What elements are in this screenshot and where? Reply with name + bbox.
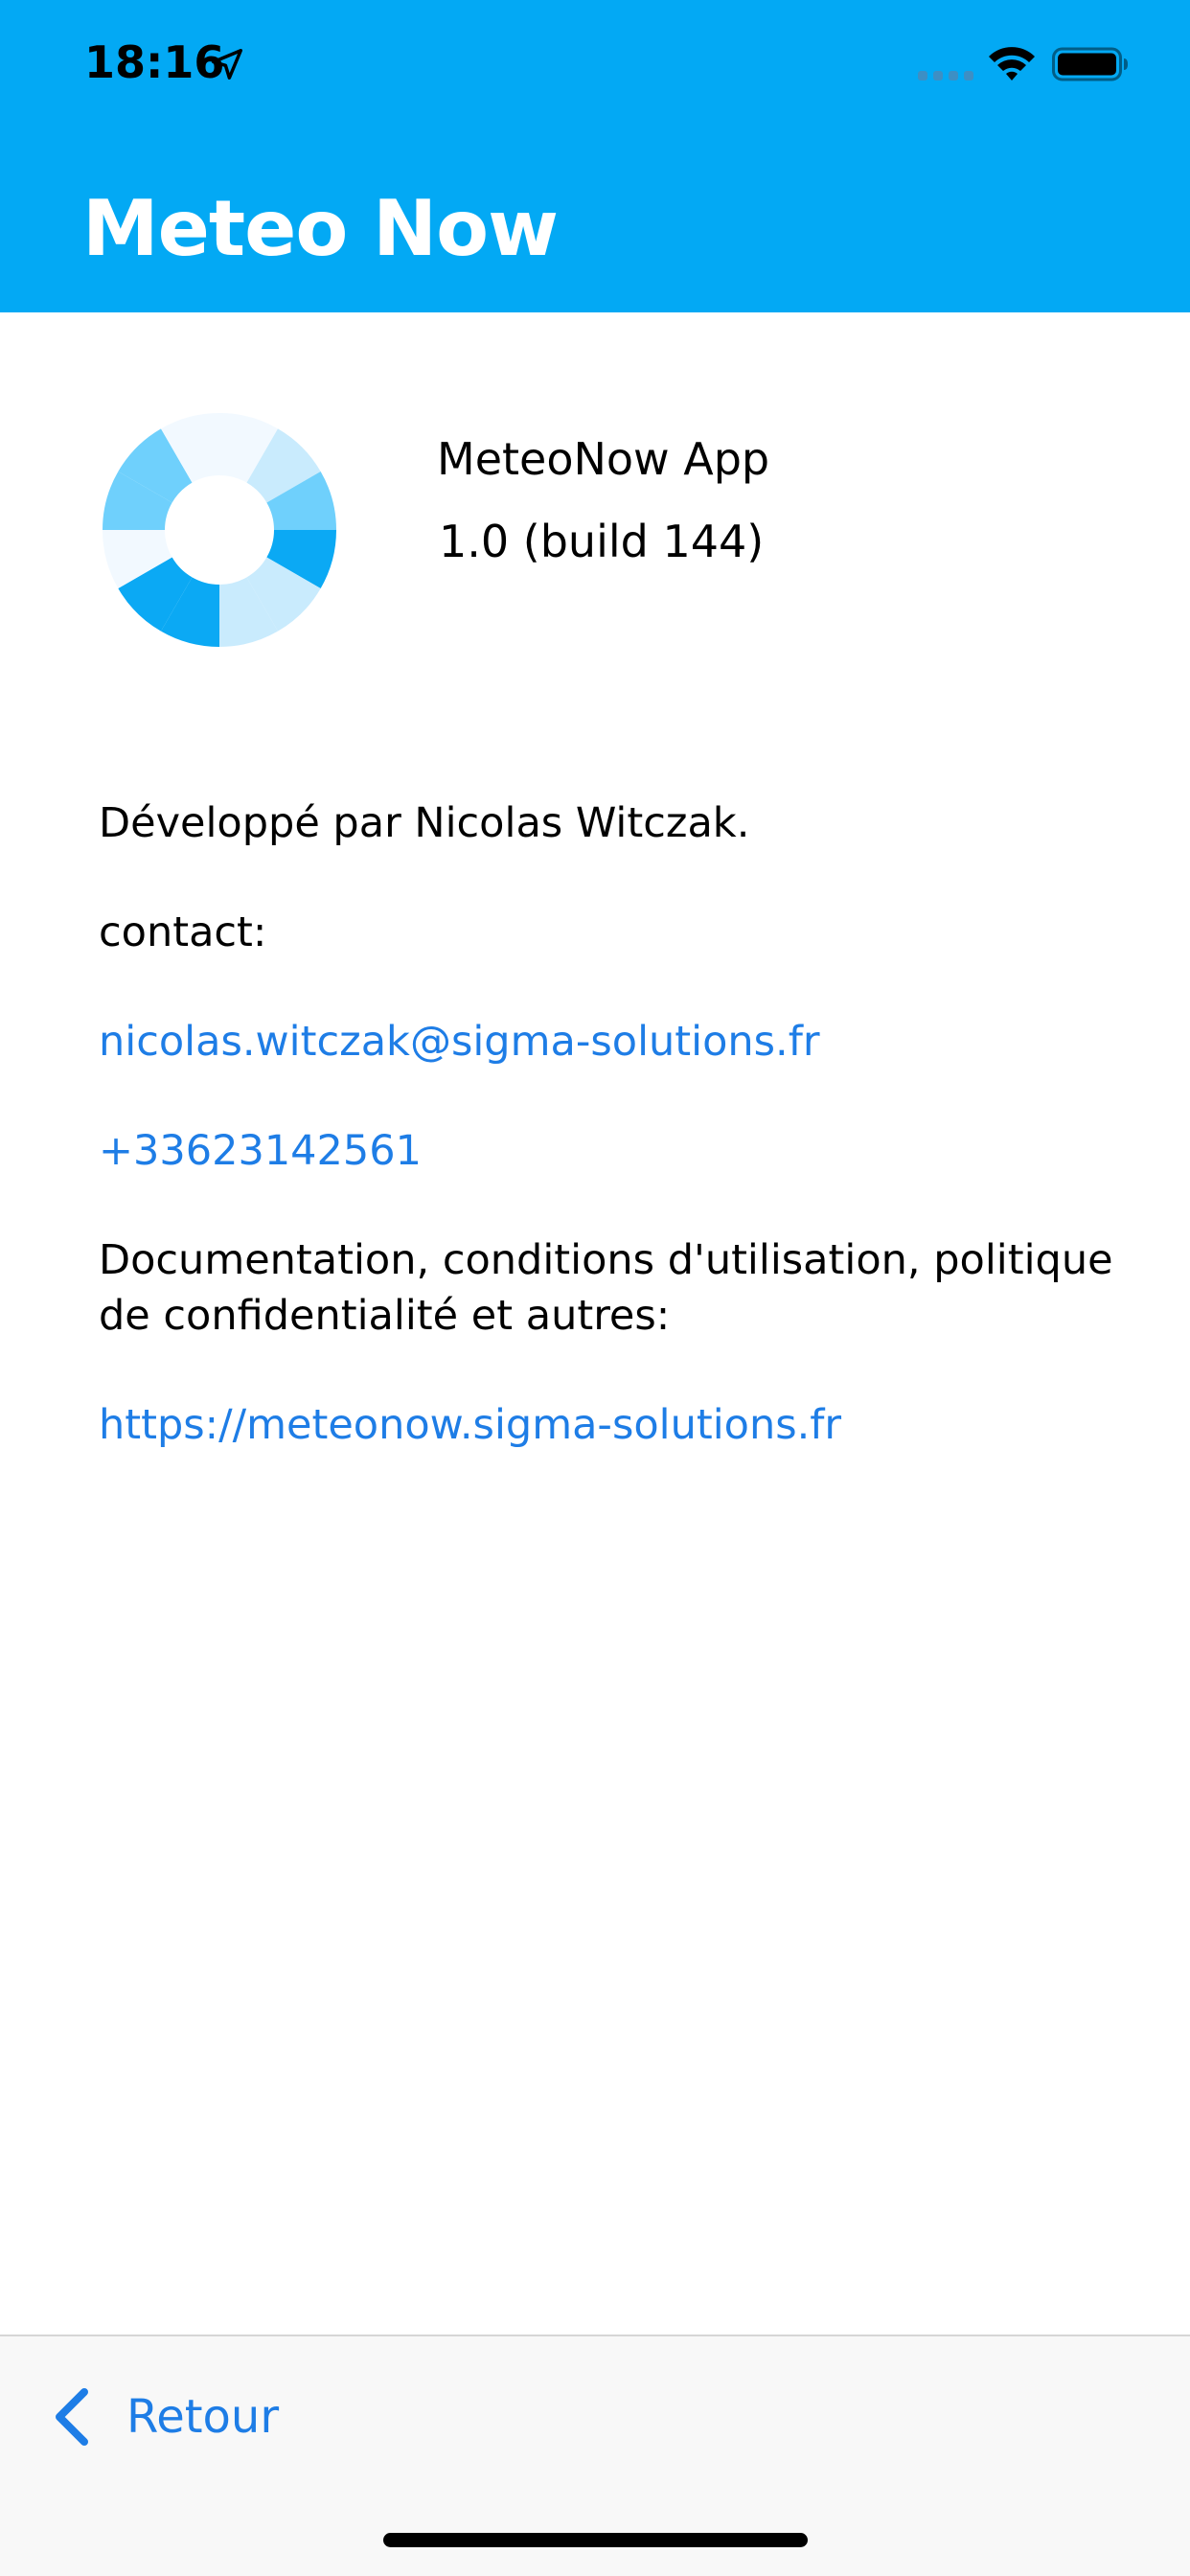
contact-label: contact: — [99, 908, 267, 956]
email-link[interactable]: nicolas.witczak@sigma-solutions.fr — [99, 1014, 1114, 1070]
cellular-signal-icon — [918, 71, 973, 80]
phone-link[interactable]: +33623142561 — [99, 1123, 1114, 1179]
website-link[interactable]: https://meteonow.sigma-solutions.fr — [99, 1397, 1114, 1453]
app-version: 1.0 (build 144) — [439, 516, 765, 567]
wifi-icon — [989, 47, 1035, 80]
meteonow-logo-icon — [103, 413, 336, 647]
chevron-left-icon — [56, 2388, 88, 2446]
home-indicator — [383, 2533, 808, 2547]
app-name: MeteoNow App — [437, 433, 770, 485]
back-label: Retour — [126, 2390, 280, 2444]
status-time: 18:16 — [84, 36, 225, 88]
about-screen: 18:16 Meteo Now MeteoNow App 1.0 (build … — [0, 0, 1190, 2576]
location-arrow-icon — [212, 49, 242, 80]
battery-icon — [1052, 47, 1128, 81]
developer-text: Développé par Nicolas Witczak. — [99, 799, 750, 847]
app-title: Meteo Now — [82, 184, 559, 273]
documentation-label: Documentation, conditions d'utilisation,… — [99, 1236, 1113, 1340]
header-bar: 18:16 Meteo Now — [0, 0, 1190, 312]
back-button[interactable]: Retour — [50, 2379, 279, 2455]
